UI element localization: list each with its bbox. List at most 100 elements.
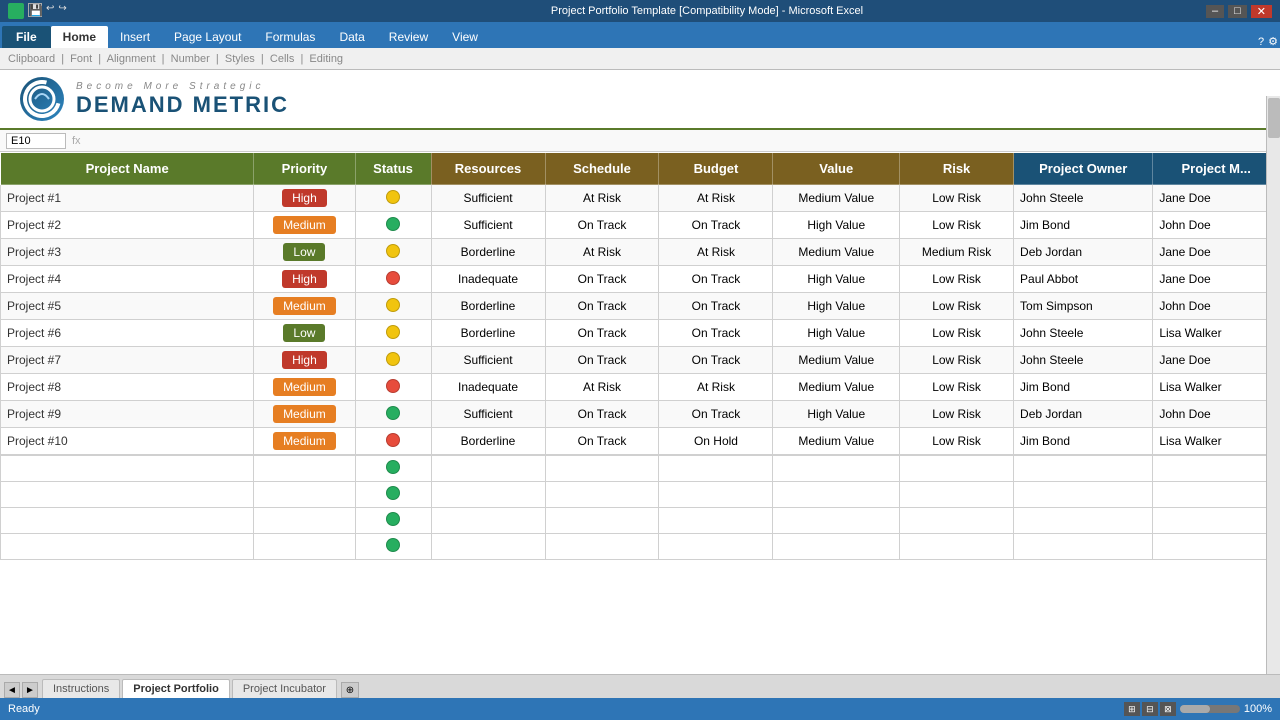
options-btn[interactable]: ⚙ — [1268, 35, 1278, 48]
extra-status-cell[interactable] — [355, 534, 431, 560]
empty-manager-cell[interactable] — [1153, 534, 1280, 560]
cell-status[interactable] — [355, 401, 431, 428]
empty-name-cell[interactable] — [1, 456, 254, 482]
table-row[interactable]: Project #7 High Sufficient On Track On T… — [1, 347, 1280, 374]
empty-schedule-cell[interactable] — [545, 508, 659, 534]
cell-budget[interactable]: On Track — [659, 266, 773, 293]
undo-btn[interactable]: ↩ — [46, 3, 54, 19]
cell-owner[interactable]: Jim Bond — [1014, 212, 1153, 239]
empty-resources-cell[interactable] — [431, 456, 545, 482]
cell-resources[interactable]: Borderline — [431, 320, 545, 347]
cell-status[interactable] — [355, 428, 431, 455]
cell-project-name[interactable]: Project #4 — [1, 266, 254, 293]
empty-risk-cell[interactable] — [900, 508, 1014, 534]
empty-name-cell[interactable] — [1, 508, 254, 534]
cell-manager[interactable]: Jane Doe — [1153, 239, 1280, 266]
cell-reference[interactable] — [6, 133, 66, 149]
extra-status-cell[interactable] — [355, 482, 431, 508]
cell-value[interactable]: Medium Value — [773, 428, 900, 455]
empty-risk-cell[interactable] — [900, 456, 1014, 482]
new-sheet-btn[interactable]: ⊕ — [341, 682, 359, 698]
cell-schedule[interactable]: On Track — [545, 212, 659, 239]
tab-insert[interactable]: Insert — [108, 26, 162, 48]
sheet-next-btn[interactable]: ► — [22, 682, 38, 698]
empty-value-cell[interactable] — [773, 534, 900, 560]
cell-manager[interactable]: Jane Doe — [1153, 185, 1280, 212]
th-owner[interactable]: Project Owner — [1014, 153, 1153, 185]
cell-project-name[interactable]: Project #7 — [1, 347, 254, 374]
cell-status[interactable] — [355, 266, 431, 293]
cell-owner[interactable]: John Steele — [1014, 347, 1153, 374]
tab-view[interactable]: View — [440, 26, 490, 48]
table-row[interactable]: Project #3 Low Borderline At Risk At Ris… — [1, 239, 1280, 266]
empty-resources-cell[interactable] — [431, 482, 545, 508]
table-row[interactable]: Project #8 Medium Inadequate At Risk At … — [1, 374, 1280, 401]
empty-budget-cell[interactable] — [659, 456, 773, 482]
cell-resources[interactable]: Sufficient — [431, 401, 545, 428]
th-project-name[interactable]: Project Name — [1, 153, 254, 185]
empty-resources-cell[interactable] — [431, 534, 545, 560]
empty-owner-cell[interactable] — [1014, 482, 1153, 508]
cell-status[interactable] — [355, 293, 431, 320]
cell-budget[interactable]: On Track — [659, 212, 773, 239]
empty-owner-cell[interactable] — [1014, 456, 1153, 482]
table-row[interactable]: Project #2 Medium Sufficient On Track On… — [1, 212, 1280, 239]
cell-project-name[interactable]: Project #8 — [1, 374, 254, 401]
cell-resources[interactable]: Sufficient — [431, 347, 545, 374]
cell-risk[interactable]: Low Risk — [900, 428, 1014, 455]
cell-project-name[interactable]: Project #1 — [1, 185, 254, 212]
cell-value[interactable]: Medium Value — [773, 347, 900, 374]
empty-name-cell[interactable] — [1, 534, 254, 560]
cell-owner[interactable]: Deb Jordan — [1014, 401, 1153, 428]
empty-budget-cell[interactable] — [659, 534, 773, 560]
vertical-scrollbar[interactable] — [1266, 96, 1280, 674]
sheet-tab-portfolio[interactable]: Project Portfolio — [122, 679, 230, 698]
cell-owner[interactable]: John Steele — [1014, 320, 1153, 347]
cell-project-name[interactable]: Project #10 — [1, 428, 254, 455]
empty-manager-cell[interactable] — [1153, 456, 1280, 482]
cell-schedule[interactable]: At Risk — [545, 374, 659, 401]
cell-value[interactable]: High Value — [773, 320, 900, 347]
tab-review[interactable]: Review — [377, 26, 440, 48]
cell-risk[interactable]: Low Risk — [900, 320, 1014, 347]
cell-resources[interactable]: Sufficient — [431, 185, 545, 212]
cell-priority[interactable]: Low — [254, 239, 355, 266]
empty-schedule-cell[interactable] — [545, 456, 659, 482]
cell-manager[interactable]: Jane Doe — [1153, 266, 1280, 293]
empty-schedule-cell[interactable] — [545, 534, 659, 560]
cell-risk[interactable]: Low Risk — [900, 347, 1014, 374]
page-view-btn[interactable]: ⊟ — [1142, 702, 1158, 716]
cell-status[interactable] — [355, 212, 431, 239]
extra-status-cell[interactable] — [355, 456, 431, 482]
cell-schedule[interactable]: On Track — [545, 347, 659, 374]
cell-budget[interactable]: On Track — [659, 320, 773, 347]
empty-owner-cell[interactable] — [1014, 534, 1153, 560]
cell-risk[interactable]: Low Risk — [900, 266, 1014, 293]
th-manager[interactable]: Project M... — [1153, 153, 1280, 185]
cell-manager[interactable]: John Doe — [1153, 293, 1280, 320]
th-risk[interactable]: Risk — [900, 153, 1014, 185]
tab-file[interactable]: File — [2, 26, 51, 48]
cell-project-name[interactable]: Project #2 — [1, 212, 254, 239]
help-btn[interactable]: ? — [1258, 36, 1264, 48]
cell-manager[interactable]: Lisa Walker — [1153, 374, 1280, 401]
cell-budget[interactable]: At Risk — [659, 239, 773, 266]
cell-schedule[interactable]: On Track — [545, 266, 659, 293]
th-schedule[interactable]: Schedule — [545, 153, 659, 185]
cell-manager[interactable]: Lisa Walker — [1153, 428, 1280, 455]
th-priority[interactable]: Priority — [254, 153, 355, 185]
cell-schedule[interactable]: On Track — [545, 428, 659, 455]
cell-risk[interactable]: Low Risk — [900, 293, 1014, 320]
cell-schedule[interactable]: On Track — [545, 293, 659, 320]
table-row[interactable]: Project #1 High Sufficient At Risk At Ri… — [1, 185, 1280, 212]
cell-manager[interactable]: John Doe — [1153, 401, 1280, 428]
page-break-btn[interactable]: ⊠ — [1160, 702, 1176, 716]
tab-home[interactable]: Home — [51, 26, 108, 48]
table-row[interactable]: Project #4 High Inadequate On Track On T… — [1, 266, 1280, 293]
redo-btn[interactable]: ↪ — [58, 3, 66, 19]
cell-resources[interactable]: Borderline — [431, 293, 545, 320]
cell-schedule[interactable]: At Risk — [545, 185, 659, 212]
cell-project-name[interactable]: Project #6 — [1, 320, 254, 347]
cell-owner[interactable]: John Steele — [1014, 185, 1153, 212]
cell-priority[interactable]: High — [254, 266, 355, 293]
